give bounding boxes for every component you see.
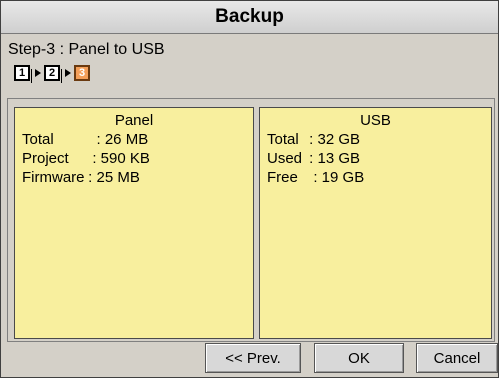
step-3-box: 3	[74, 65, 90, 81]
window-title: Backup	[1, 1, 498, 34]
panel-row-value: 25 MB	[96, 169, 140, 186]
usb-row-sep: :	[305, 169, 322, 186]
cancel-button[interactable]: Cancel	[416, 343, 498, 373]
usb-row: Total : 32 GB	[267, 130, 491, 149]
step-indicator: 1 2 3	[14, 65, 90, 83]
usb-row-sep: :	[305, 150, 318, 167]
usb-row-value: 32 GB	[317, 131, 361, 148]
step-arrow-icon	[35, 69, 41, 77]
panel-row-sep: :	[84, 131, 105, 148]
panel-row-value: 26 MB	[104, 131, 149, 148]
panel-row-key: Total	[22, 131, 54, 148]
panel-row-value: 590 KB	[100, 150, 150, 167]
usb-row: Free : 19 GB	[267, 168, 491, 187]
usb-row-value: 19 GB	[321, 169, 365, 186]
content-frame: Panel Total : 26 MB Project : 590 KB Fir…	[7, 98, 495, 342]
usb-row-key: Total	[267, 131, 299, 148]
panel-row-sep: :	[84, 150, 101, 167]
prev-button[interactable]: << Prev.	[205, 343, 301, 373]
usb-row-key: Free	[267, 169, 298, 186]
panel-title: Panel	[114, 112, 154, 129]
panel-info-box: Panel Total : 26 MB Project : 590 KB Fir…	[14, 107, 254, 339]
panel-row-sep: :	[84, 169, 97, 186]
panel-row-key: Project	[22, 150, 69, 167]
usb-info-box: USB Total : 32 GB Used : 13 GB Free : 19…	[259, 107, 492, 339]
step-1-box: 1	[14, 65, 32, 83]
usb-row-key: Used	[267, 150, 303, 167]
step-2-box: 2	[44, 65, 62, 83]
panel-row: Firmware : 25 MB	[22, 168, 253, 187]
panel-row: Total : 26 MB	[22, 130, 253, 149]
panel-row-key: Firmware	[22, 169, 85, 186]
usb-row: Used : 13 GB	[267, 149, 491, 168]
usb-row-sep: :	[305, 131, 318, 148]
step-arrow-icon	[65, 69, 71, 77]
panel-row: Project : 590 KB	[22, 149, 253, 168]
backup-window: Backup Step-3 : Panel to USB 1 2 3 Panel…	[0, 0, 499, 378]
usb-row-value: 13 GB	[317, 150, 361, 167]
step-label: Step-3 : Panel to USB	[8, 41, 165, 58]
usb-title: USB	[360, 112, 391, 129]
ok-button[interactable]: OK	[314, 343, 404, 373]
